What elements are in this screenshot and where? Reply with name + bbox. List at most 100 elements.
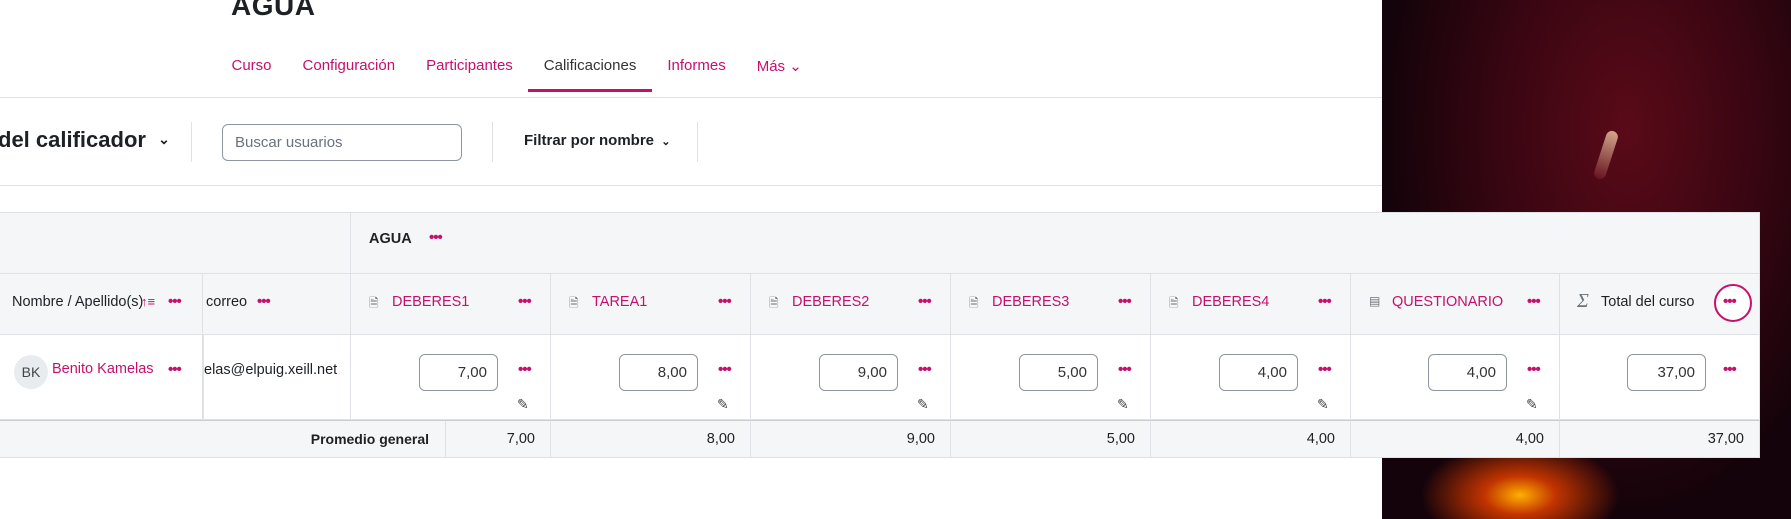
item-actions-icon[interactable]: •••	[918, 293, 932, 310]
grade-cell: 4,00 ••• ✎	[1151, 335, 1351, 420]
empty-header-cell	[0, 212, 351, 274]
grade-cell: 9,00 ••• ✎	[751, 335, 951, 420]
item-link-deberes3[interactable]: DEBERES3	[992, 294, 1069, 310]
grade-input[interactable]: 4,00	[1428, 354, 1507, 391]
tab-curso[interactable]: Curso	[216, 48, 287, 92]
grade-input[interactable]: 4,00	[1219, 354, 1298, 391]
sigma-icon: Σ	[1577, 290, 1589, 312]
report-selector-label: del calificador	[0, 127, 146, 152]
average-value: 37,00	[1707, 431, 1744, 447]
edit-icon[interactable]: ✎	[717, 396, 729, 413]
total-header-cell: Σ Total del curso •••	[1560, 274, 1760, 335]
item-link-deberes2[interactable]: DEBERES2	[792, 294, 869, 310]
item-header-cell: 🗎 DEBERES1 •••	[351, 274, 551, 335]
item-header-cell: ▤ QUESTIONARIO •••	[1351, 274, 1560, 335]
average-value: 7,00	[506, 431, 535, 447]
page-title: AGUA	[231, 0, 316, 21]
tab-configuracion[interactable]: Configuración	[287, 48, 411, 92]
average-value: 9,00	[906, 431, 935, 447]
grade-actions-icon[interactable]: •••	[918, 361, 932, 378]
total-actions-icon[interactable]: •••	[1723, 293, 1737, 310]
grader-table: AGUA ••• Nombre / Apellido(s) ↑≡ ••• cor…	[0, 212, 1760, 458]
item-link-deberes4[interactable]: DEBERES4	[1192, 294, 1269, 310]
search-users-input[interactable]	[222, 124, 462, 161]
filter-label: Filtrar por nombre	[524, 132, 655, 149]
tab-calificaciones[interactable]: Calificaciones	[528, 48, 652, 92]
average-cell: 4,00	[1351, 420, 1560, 458]
email-header-cell: correo •••	[203, 274, 351, 335]
item-header-cell: 🗎 DEBERES2 •••	[751, 274, 951, 335]
average-value: 4,00	[1306, 431, 1335, 447]
average-cell: 8,00	[551, 420, 751, 458]
toolbar-divider	[191, 122, 192, 162]
item-actions-icon[interactable]: •••	[718, 293, 732, 310]
name-actions-icon[interactable]: •••	[168, 293, 182, 310]
edit-icon[interactable]: ✎	[1117, 396, 1129, 413]
course-nav: Curso Configuración Participantes Califi…	[216, 48, 817, 92]
total-grade-actions-icon[interactable]: •••	[1723, 361, 1737, 378]
student-name-link[interactable]: Benito Kamelas	[52, 361, 154, 377]
grade-actions-icon[interactable]: •••	[1527, 361, 1541, 378]
average-value: 4,00	[1515, 431, 1544, 447]
tab-mas[interactable]: Más ⌄	[741, 48, 817, 92]
email-actions-icon[interactable]: •••	[257, 293, 271, 310]
edit-icon[interactable]: ✎	[517, 396, 529, 413]
edit-icon[interactable]: ✎	[917, 396, 929, 413]
student-name-cell: BK Benito Kamelas •••	[0, 335, 203, 420]
item-link-deberes1[interactable]: DEBERES1	[392, 294, 469, 310]
name-header-cell: Nombre / Apellido(s) ↑≡ •••	[0, 274, 203, 335]
student-email: elas@elpuig.xeill.net	[204, 362, 338, 378]
chevron-down-icon: ⌄	[661, 136, 671, 148]
average-cell: 4,00	[1151, 420, 1351, 458]
grade-input[interactable]: 7,00	[419, 354, 498, 391]
assignment-icon: 🗎	[769, 296, 779, 310]
item-header-cell: 🗎 DEBERES3 •••	[951, 274, 1151, 335]
average-label-cell: Promedio general	[0, 420, 446, 458]
item-link-questionario[interactable]: QUESTIONARIO	[1392, 294, 1503, 310]
average-cell: 9,00	[751, 420, 951, 458]
total-grade-input[interactable]: 37,00	[1627, 354, 1706, 391]
sort-asc-icon[interactable]: ↑≡	[141, 294, 155, 309]
grade-cell: 8,00 ••• ✎	[551, 335, 751, 420]
report-selector[interactable]: del calificador ⌄	[0, 127, 170, 153]
item-actions-icon[interactable]: •••	[518, 293, 532, 310]
item-actions-icon[interactable]: •••	[1527, 293, 1541, 310]
tab-informes[interactable]: Informes	[652, 48, 741, 92]
tab-participantes[interactable]: Participantes	[411, 48, 529, 92]
grade-input[interactable]: 8,00	[619, 354, 698, 391]
assignment-icon: 🗎	[369, 296, 379, 310]
student-email-cell: elas@elpuig.xeill.net	[203, 335, 351, 420]
assignment-icon: 🗎	[969, 296, 979, 310]
grade-cell: 5,00 ••• ✎	[951, 335, 1151, 420]
category-name: AGUA	[369, 231, 412, 247]
tabs-divider	[0, 97, 1382, 98]
average-cell: 5,00	[951, 420, 1151, 458]
category-actions-icon[interactable]: •••	[429, 229, 443, 246]
name-header[interactable]: Nombre / Apellido(s)	[12, 294, 143, 310]
item-link-tarea1[interactable]: TAREA1	[592, 294, 647, 310]
item-actions-icon[interactable]: •••	[1118, 293, 1132, 310]
edit-icon[interactable]: ✎	[1317, 396, 1329, 413]
total-header: Total del curso	[1601, 294, 1695, 310]
edit-icon[interactable]: ✎	[1526, 396, 1538, 413]
grade-actions-icon[interactable]: •••	[1318, 361, 1332, 378]
grade-input[interactable]: 5,00	[1019, 354, 1098, 391]
average-value: 8,00	[706, 431, 735, 447]
category-header-cell: AGUA •••	[351, 212, 1760, 274]
grade-actions-icon[interactable]: •••	[518, 361, 532, 378]
avatar: BK	[14, 355, 48, 389]
assignment-icon: 🗎	[569, 296, 579, 310]
average-cell: 37,00	[1560, 420, 1760, 458]
average-cell: 7,00	[446, 420, 551, 458]
grade-input[interactable]: 9,00	[819, 354, 898, 391]
email-header[interactable]: correo	[206, 294, 247, 310]
toolbar-divider	[697, 122, 698, 162]
filter-by-name-button[interactable]: Filtrar por nombre ⌄	[524, 132, 670, 149]
item-header-cell: 🗎 DEBERES4 •••	[1151, 274, 1351, 335]
average-value: 5,00	[1106, 431, 1135, 447]
item-actions-icon[interactable]: •••	[1318, 293, 1332, 310]
grade-actions-icon[interactable]: •••	[718, 361, 732, 378]
student-actions-icon[interactable]: •••	[168, 361, 182, 378]
grade-actions-icon[interactable]: •••	[1118, 361, 1132, 378]
item-header-cell: 🗎 TAREA1 •••	[551, 274, 751, 335]
